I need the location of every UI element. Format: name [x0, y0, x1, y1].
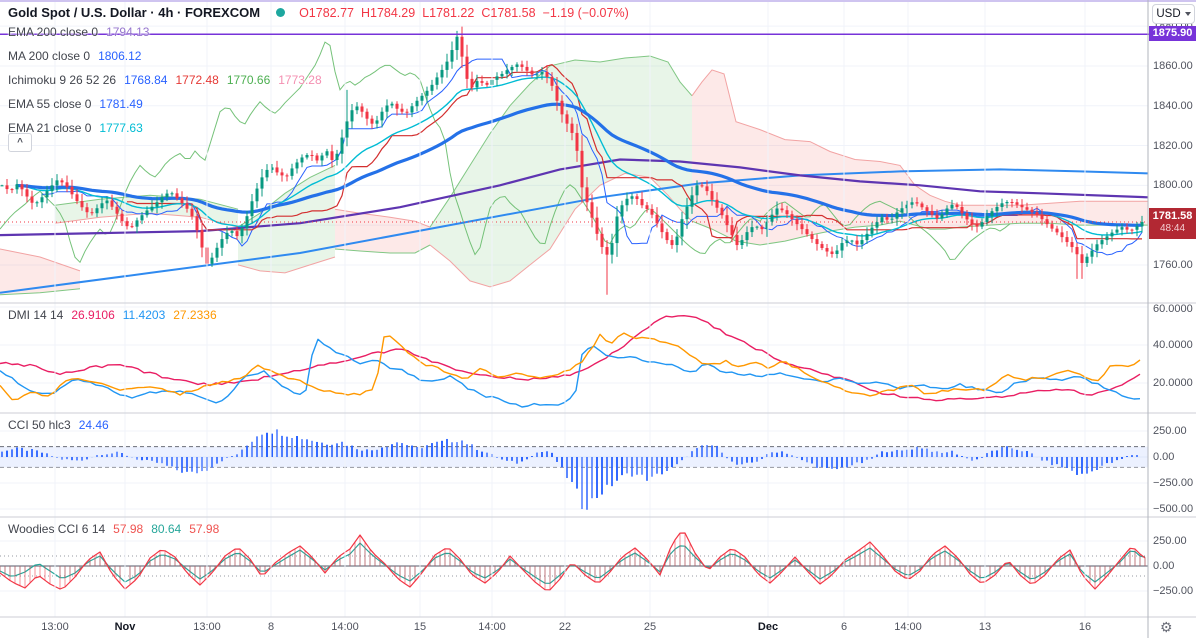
price-axis-label: 1840.00: [1153, 99, 1193, 112]
legend-value: 1770.66: [226, 73, 271, 87]
legend-label: MA 200 close 0: [8, 49, 91, 63]
legend-row-dmi[interactable]: DMI 14 14 26.9106 11.4203 27.2336: [8, 308, 217, 322]
legend-value: 1773.28: [278, 73, 322, 87]
legend-value: 27.2336: [173, 308, 217, 322]
timezone-settings-gear-icon[interactable]: ⚙: [1160, 619, 1173, 636]
ohlc-readout: O1782.77 H1784.29 L1781.22 C1781.58 −1.1…: [299, 6, 629, 20]
legend-row-ichimoku-2[interactable]: Ichimoku 9 26 52 26 1768.84 1772.48 1770.66…: [8, 73, 322, 87]
price-axis-label: 1800.00: [1153, 179, 1193, 192]
ohlc-open: O1782.77: [299, 5, 354, 20]
time-axis-label: 8: [267, 621, 275, 633]
dmi-axis-label: 40.0000: [1153, 339, 1193, 351]
legend-value: 57.98: [189, 522, 220, 536]
last-price-value: 1781.58: [1152, 210, 1193, 222]
last-price-badge: 1781.58 48:44: [1149, 208, 1196, 239]
currency-unit-button[interactable]: USD: [1152, 4, 1195, 24]
ohlc-change: −1.19 (−0.07%): [542, 5, 629, 20]
currency-label: USD: [1156, 8, 1181, 20]
legend-row-ma-1[interactable]: MA 200 close 0 1806.12: [8, 49, 141, 63]
legend-value: 11.4203: [122, 308, 166, 322]
legend-label: CCI 50 hlc3: [8, 418, 71, 432]
chevron-down-icon: [1184, 12, 1191, 16]
legend-row-ema-3[interactable]: EMA 55 close 0 1781.49: [8, 97, 143, 111]
price-axis-label: 1860.00: [1153, 59, 1193, 72]
legend-label: Woodies CCI 6 14: [8, 522, 106, 536]
chevron-up-icon: ^: [17, 137, 23, 148]
time-axis-label: 14:00: [478, 621, 506, 633]
ohlc-high: H1784.29: [360, 5, 416, 20]
legend-value: 1772.48: [175, 73, 219, 87]
legend-row-woodies[interactable]: Woodies CCI 6 14 57.98 80.64 57.98: [8, 522, 219, 536]
cci-axis-label: 250.00: [1153, 425, 1187, 437]
legend-collapse-button[interactable]: ^: [8, 133, 32, 152]
time-axis-label: 14:00: [894, 621, 922, 633]
time-axis-label: 13:00: [193, 621, 221, 633]
legend-value: 26.9106: [71, 308, 115, 322]
price-axis-label: 1760.00: [1153, 258, 1193, 271]
time-axis-label: 14:00: [331, 621, 359, 633]
data-feed-status-icon[interactable]: [276, 8, 286, 17]
legend-row-ema-0[interactable]: EMA 200 close 0 1794.13: [8, 25, 149, 39]
time-axis-label: 13:00: [41, 621, 69, 633]
dmi-axis-label: 60.0000: [1153, 303, 1193, 315]
high-level-price-badge: 1875.90: [1149, 26, 1196, 41]
legend-value: 1768.84: [124, 73, 168, 87]
legend-label: EMA 55 close 0: [8, 97, 92, 111]
symbol-title[interactable]: Gold Spot / U.S. Dollar · 4h · FOREXCOM: [8, 5, 260, 20]
legend-label: EMA 200 close 0: [8, 25, 99, 39]
time-axis-label: 25: [643, 621, 657, 633]
legend-value: 1781.49: [99, 97, 143, 111]
legend-value: 57.98: [113, 522, 144, 536]
cci-axis-label: 0.00: [1153, 451, 1175, 463]
time-axis-label: 22: [558, 621, 572, 633]
cci-axis-label: −500.00: [1153, 503, 1194, 515]
time-axis-label: Nov: [114, 621, 136, 633]
trading-chart-app: Gold Spot / U.S. Dollar · 4h · FOREXCOM …: [0, 0, 1196, 638]
woodies-axis-label: 250.00: [1153, 535, 1187, 547]
legend-label: DMI 14 14: [8, 308, 64, 322]
legend-value: 24.46: [78, 418, 109, 432]
time-axis-label: 6: [840, 621, 848, 633]
legend-value: 1806.12: [98, 49, 142, 63]
legend-value: 80.64: [151, 522, 182, 536]
chart-header: Gold Spot / U.S. Dollar · 4h · FOREXCOM …: [8, 5, 629, 20]
price-axis-label: 1820.00: [1153, 139, 1193, 152]
bar-countdown: 48:44: [1159, 223, 1186, 234]
legend-value: 1777.63: [99, 121, 143, 135]
time-axis-label: 15: [413, 621, 427, 633]
ohlc-close: C1781.58: [481, 5, 536, 20]
dmi-axis-label: 20.0000: [1153, 377, 1193, 389]
time-axis-label: 16: [1078, 621, 1092, 633]
time-axis-label: 13: [978, 621, 992, 633]
cci-axis-label: −250.00: [1153, 477, 1194, 489]
woodies-axis-label: −250.00: [1153, 585, 1194, 597]
time-axis-label: Dec: [757, 621, 779, 633]
woodies-axis-label: 0.00: [1153, 560, 1175, 572]
legend-label: Ichimoku 9 26 52 26: [8, 73, 117, 87]
legend-value: 1794.13: [106, 25, 150, 39]
legend-row-cci[interactable]: CCI 50 hlc3 24.46: [8, 418, 109, 432]
ohlc-low: L1781.22: [422, 5, 475, 20]
